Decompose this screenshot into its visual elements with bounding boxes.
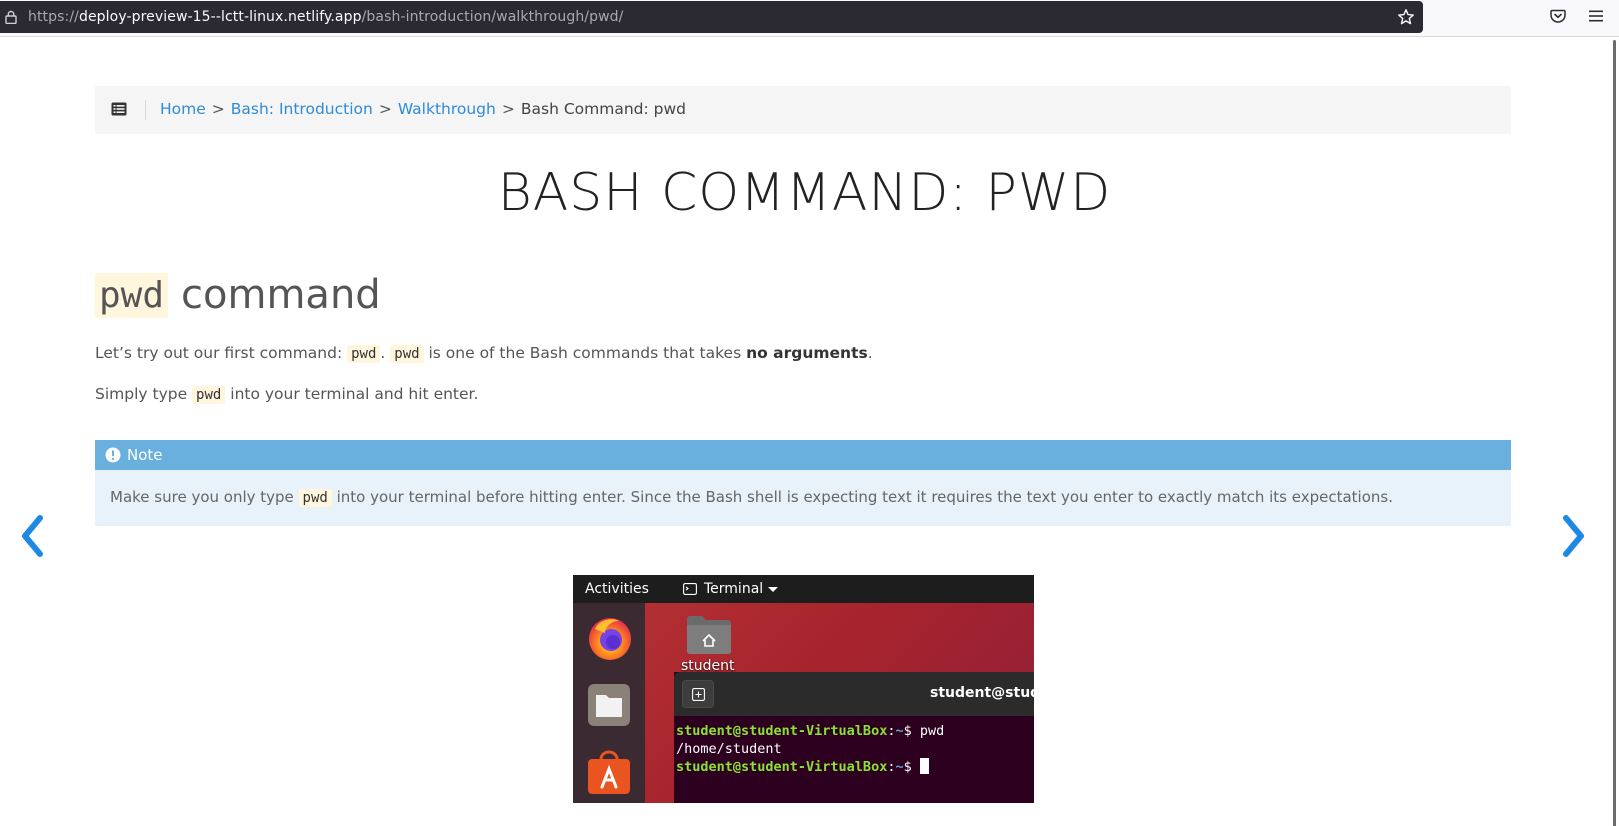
emphasis-text: no arguments — [746, 344, 868, 362]
new-tab-button — [682, 680, 714, 708]
ubuntu-dock — [573, 603, 645, 803]
inline-code: pwd — [192, 386, 226, 404]
para-text: into your terminal and hit enter. — [225, 385, 479, 403]
breadcrumb-bash-intro-link[interactable]: Bash: Introduction — [231, 100, 373, 118]
activities-label: Activities — [585, 581, 649, 597]
terminal-output: student@student-VirtualBox:~$ pwd /home/… — [676, 722, 944, 776]
instruction-paragraph: Simply type pwd into your terminal and h… — [95, 385, 479, 404]
breadcrumb-separator: > — [501, 100, 515, 118]
address-bar[interactable]: https://deploy-preview-15--lctt-linux.ne… — [0, 1, 1423, 33]
terminal-app-icon — [683, 583, 697, 595]
browser-toolbar: https://deploy-preview-15--lctt-linux.ne… — [0, 0, 1619, 37]
prompt-command: $ pwd — [903, 723, 945, 739]
breadcrumb-items: Home > Bash: Introduction > Walkthrough > Bash… — [160, 100, 686, 118]
url-text[interactable]: https://deploy-preview-15--lctt-linux.ne… — [28, 9, 623, 25]
previous-page-chevron-icon[interactable] — [16, 512, 48, 560]
exclamation-circle-icon — [105, 447, 121, 463]
terminal-screenshot-image: Activities Terminal student student@stu … — [573, 575, 1034, 803]
prompt-path: ~ — [895, 723, 904, 739]
lock-icon[interactable] — [4, 10, 18, 24]
heading-code: pwd — [95, 272, 169, 318]
files-icon — [588, 684, 630, 726]
note-text-part: into your terminal before hitting enter.… — [331, 488, 1393, 506]
note-header: Note — [95, 440, 1511, 470]
command-output: /home/student — [676, 741, 782, 757]
prompt-user: student@student-VirtualBox — [676, 759, 888, 775]
para-text: Let’s try out our first command: — [95, 344, 348, 362]
para-text: is one of the Bash commands that takes — [423, 344, 747, 362]
note-title: Note — [127, 446, 163, 464]
url-host: deploy-preview-15--lctt-linux.netlify.ap… — [78, 9, 362, 25]
section-heading: pwd command — [95, 272, 381, 318]
terminal-cursor — [919, 758, 929, 774]
url-scheme: https:// — [28, 9, 79, 25]
pocket-icon[interactable] — [1550, 8, 1566, 24]
next-page-chevron-icon[interactable] — [1558, 512, 1590, 560]
breadcrumb-separator: > — [378, 100, 392, 118]
ubuntu-top-bar: Activities Terminal — [573, 575, 1034, 603]
terminal-title: student@student-VirtualBox: ~ — [930, 685, 1034, 701]
prompt-user: student@student-VirtualBox — [676, 723, 888, 739]
app-menu-label: Terminal — [704, 581, 764, 597]
prompt-path: ~ — [895, 759, 904, 775]
software-store-icon — [588, 750, 630, 794]
prompt-symbol: $ — [903, 759, 920, 775]
para-text: . — [867, 344, 873, 362]
breadcrumb-home-link[interactable]: Home — [160, 100, 206, 118]
para-text: . — [380, 344, 391, 362]
breadcrumb-walkthrough-link[interactable]: Walkthrough — [398, 100, 496, 118]
inline-code: pwd — [298, 489, 332, 507]
note-text: Make sure you only type pwd into your te… — [110, 488, 1393, 507]
scrollbar-thumb[interactable] — [1613, 40, 1616, 826]
firefox-icon — [589, 618, 631, 660]
breadcrumb-divider — [145, 100, 146, 120]
home-folder-icon — [687, 616, 731, 654]
inline-code: pwd — [390, 345, 424, 363]
breadcrumb: Home > Bash: Introduction > Walkthrough > Bash… — [95, 86, 1511, 134]
heading-text: command — [181, 272, 381, 318]
inline-code: pwd — [347, 345, 381, 363]
terminal-window: student@student-VirtualBox: ~ student@st… — [674, 672, 1034, 803]
dropdown-caret-icon — [768, 587, 778, 592]
para-text: Simply type — [95, 385, 193, 403]
page-title: BASH COMMAND: PWD — [497, 163, 1112, 223]
terminal-header: student@student-VirtualBox: ~ — [674, 672, 1034, 716]
new-tab-icon — [692, 688, 705, 701]
note-body: Make sure you only type pwd into your te… — [95, 470, 1511, 526]
breadcrumb-current: Bash Command: pwd — [520, 100, 686, 118]
intro-paragraph: Let’s try out our first command: pwd. pw… — [95, 344, 873, 363]
url-path: /bash-introduction/walkthrough/pwd/ — [361, 9, 624, 25]
sidebar-toggle-icon[interactable] — [111, 102, 127, 116]
bookmark-star-icon[interactable] — [1397, 8, 1415, 26]
note-text-part: Make sure you only type — [110, 488, 299, 506]
hamburger-menu-icon[interactable] — [1588, 9, 1604, 23]
breadcrumb-separator: > — [211, 100, 225, 118]
